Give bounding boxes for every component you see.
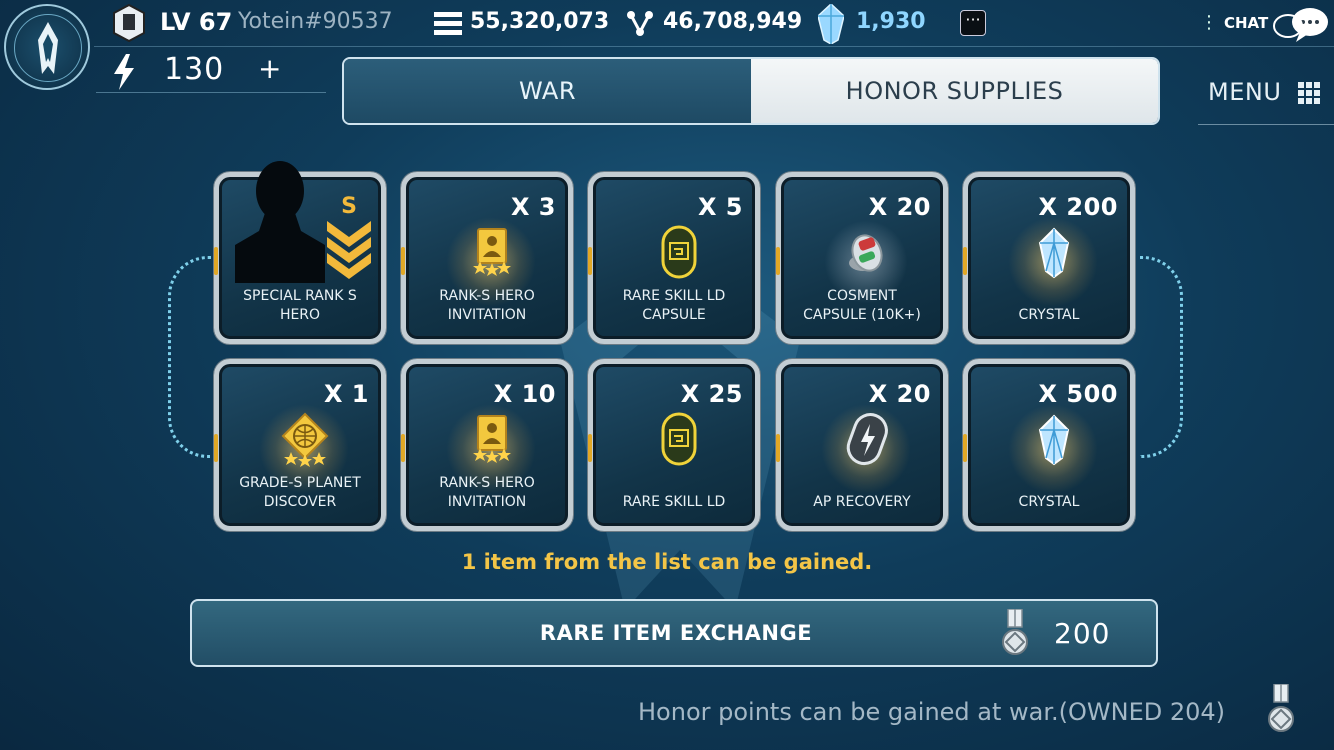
player-name: Yotein#90537 [238,9,393,34]
chat-label[interactable]: CHAT [1224,14,1268,32]
item-card[interactable]: X 5 RARE SKILL LD CAPSULE [588,172,760,344]
item-label: CRYSTAL [1018,307,1080,323]
skill-capsule-icon [661,225,697,279]
item-card[interactable]: X 20 COSMENT CAPSULE (10K+) [776,172,948,344]
molecule-icon [627,11,653,36]
menu-label[interactable]: MENU [1208,78,1281,106]
planet-discover-icon [281,412,329,467]
rare-item-exchange-button[interactable]: RARE ITEM EXCHANGE 200 [190,599,1158,667]
menu-underline [1198,124,1334,125]
item-label: SPECIAL RANK S HERO [243,288,357,323]
item-card[interactable]: X 200 CRYSTAL [963,172,1135,344]
item-card[interactable]: X 25 RARE SKILL LD [588,359,760,531]
metal-stack-icon [434,12,462,35]
faction-emblem[interactable] [4,4,90,90]
item-card[interactable]: X 1 GRADE-S PLANET DISCOVER [214,359,386,531]
tab-bar: WAR HONOR SUPPLIES [342,57,1160,125]
crystal-icon [1038,227,1070,279]
gas-resource-value: 46,708,949 [663,9,803,34]
item-card[interactable]: S SPECIAL RANK S HERO [214,161,386,344]
player-level: LV 67 [160,8,233,36]
crystal-icon [1038,414,1070,466]
item-label: CRYSTAL [1018,494,1080,510]
item-quantity: X 20 [868,380,931,408]
left-bracket-decoration [168,256,211,458]
skill-ld-icon [661,412,697,466]
menu-grid-icon[interactable] [1298,82,1320,104]
item-label: RARE SKILL LD [622,494,726,510]
rank-s-chevron-icon: S [327,194,371,279]
hero-silhouette-icon [235,161,325,283]
faction-logo-icon [38,22,58,74]
item-quantity: X 1 [323,380,369,408]
item-quantity: X 5 [697,193,743,221]
svg-text:S: S [341,194,357,219]
more-options-button[interactable]: ··· [960,10,986,36]
exchange-cost: 200 [1054,617,1111,650]
honor-medal-icon [1002,609,1028,655]
tab-war[interactable]: WAR [344,59,751,123]
hero-invitation-icon [473,415,511,463]
honor-points-info: Honor points can be gained at war.(OWNED… [638,698,1226,726]
right-bracket-decoration [1140,256,1183,458]
item-card[interactable]: X 20 AP RECOVERY [776,359,948,531]
item-label: RANK-S HERO INVITATION [439,475,535,510]
kebab-menu-icon[interactable]: ⋮ [1200,12,1218,33]
item-label: AP RECOVERY [813,494,911,510]
crystal-resource-value: 1,930 [856,9,926,34]
energy-bolt-icon [114,54,134,90]
add-energy-button[interactable]: + [258,52,281,85]
item-label: RANK-S HERO INVITATION [439,288,535,323]
item-label: COSMENT CAPSULE (10K+) [803,288,921,323]
item-quantity: X 20 [868,193,931,221]
energy-value: 130 [164,52,225,87]
ap-recovery-icon [846,413,888,466]
tab-honor-supplies[interactable]: HONOR SUPPLIES [751,59,1158,123]
crystal-icon [818,4,844,44]
chat-bubble-icon[interactable] [1270,4,1330,44]
header-divider [94,46,1334,47]
item-label: GRADE-S PLANET DISCOVER [239,475,361,510]
selection-hint: 1 item from the list can be gained. [461,550,873,574]
rank-badge-icon [113,4,145,42]
item-quantity: X 3 [510,193,556,221]
item-card[interactable]: X 3 RANK-S HERO INVITATION [401,172,573,344]
metal-resource-value: 55,320,073 [470,9,610,34]
item-label: RARE SKILL LD CAPSULE [622,288,726,323]
honor-medal-icon [1268,684,1294,732]
hero-invitation-icon [473,228,511,276]
cosment-capsule-icon [849,234,883,272]
item-quantity: X 25 [680,380,743,408]
item-quantity: X 10 [493,380,556,408]
item-card[interactable]: X 10 RANK-S HERO INVITATION [401,359,573,531]
item-card[interactable]: X 500 CRYSTAL [963,359,1135,531]
